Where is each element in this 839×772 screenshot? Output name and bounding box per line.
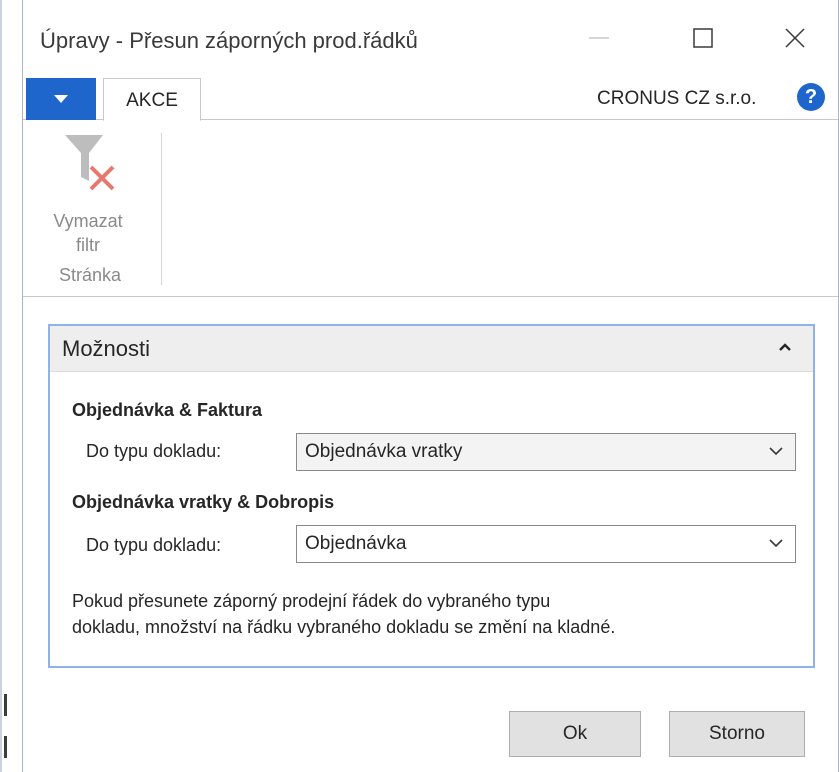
- background-text-fragment: [4, 736, 7, 758]
- ribbon-panel: Vymazat filtr Stránka: [23, 121, 838, 297]
- background-window-border: [0, 0, 2, 772]
- dropdown-arrow-icon: [54, 95, 68, 103]
- ribbon-group-label: Stránka: [58, 265, 122, 285]
- background-window-edge: [0, 0, 22, 772]
- options-title: Možnosti: [62, 336, 151, 361]
- ribbon-group-separator: [161, 133, 162, 285]
- background-text-fragment: [4, 694, 7, 716]
- clear-filter-label-line2: filtr: [76, 235, 100, 255]
- ribbon-tab-row: AKCE CRONUS CZ s.r.o. ?: [23, 78, 838, 121]
- minimize-button[interactable]: [579, 18, 619, 58]
- clear-filter-icon: [65, 135, 115, 191]
- title-bar: Úpravy - Přesun záporných prod.řádků: [23, 0, 838, 78]
- doc-type-select-2[interactable]: Objednávka: [296, 525, 796, 563]
- clear-filter-label: Vymazat filtr: [33, 209, 143, 257]
- options-fasttab-header[interactable]: Možnosti: [50, 326, 813, 372]
- close-button[interactable]: [775, 18, 815, 58]
- info-note: Pokud přesunete záporný prodejní řádek d…: [72, 588, 802, 640]
- collapse-icon[interactable]: [778, 342, 792, 352]
- tab-akce[interactable]: AKCE: [103, 78, 201, 121]
- close-icon: [785, 28, 805, 48]
- doc-type-select-1[interactable]: Objednávka vratky: [296, 433, 796, 471]
- info-note-line1: Pokud přesunete záporný prodejní řádek d…: [72, 591, 551, 611]
- clear-filter-button[interactable]: Vymazat filtr: [33, 131, 143, 255]
- section-order-invoice-title: Objednávka & Faktura: [72, 400, 263, 420]
- doc-type-select-2-value: Objednávka: [305, 533, 407, 554]
- maximize-button[interactable]: [683, 18, 723, 58]
- minimize-icon: [589, 37, 609, 39]
- doc-type-label-1: Do typu dokladu:: [86, 441, 222, 461]
- company-name: CRONUS CZ s.r.o.: [597, 88, 757, 109]
- info-note-line2: dokladu, množství na řádku vybraného dok…: [72, 617, 616, 637]
- dialog-window: Úpravy - Přesun záporných prod.řádků AKC…: [22, 0, 839, 772]
- options-fasttab: Možnosti Objednávka & Faktura Do typu do…: [48, 324, 815, 668]
- window-title: Úpravy - Přesun záporných prod.řádků: [40, 28, 418, 53]
- maximize-icon: [693, 28, 713, 48]
- chevron-down-icon: [769, 447, 783, 456]
- doc-type-label-2: Do typu dokladu:: [86, 535, 222, 555]
- cancel-button[interactable]: Storno: [669, 711, 805, 757]
- help-icon[interactable]: ?: [797, 83, 825, 111]
- chevron-down-icon: [769, 539, 783, 548]
- section-return-credit-title: Objednávka vratky & Dobropis: [72, 492, 335, 512]
- doc-type-select-1-value: Objednávka vratky: [305, 441, 463, 462]
- ok-button[interactable]: Ok: [509, 711, 641, 757]
- application-menu-button[interactable]: [26, 78, 96, 120]
- clear-filter-label-line1: Vymazat: [53, 211, 123, 231]
